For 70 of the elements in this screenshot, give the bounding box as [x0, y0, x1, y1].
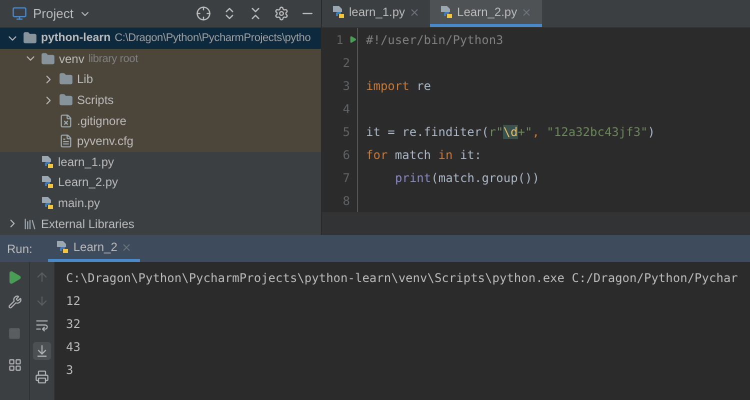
code-line: print(match.group())	[395, 170, 540, 184]
output-line: 43	[66, 338, 82, 356]
tree-item-label: .gitignore	[77, 114, 126, 128]
panel-title[interactable]: Project	[33, 6, 74, 21]
code-line: #!/user/bin/Python3	[366, 32, 504, 46]
python-file-icon	[41, 154, 54, 169]
run-icon[interactable]	[7, 270, 22, 285]
tree-item[interactable]: venv library root	[0, 48, 321, 70]
libraries-icon	[23, 216, 37, 231]
wrench-icon[interactable]	[8, 295, 22, 309]
tree-item-label: venv	[59, 52, 84, 66]
tree-item-label: pyvenv.cfg	[77, 134, 134, 148]
tree-item[interactable]: python-learn C:\Dragon\Python\PycharmProjects\pytho	[0, 28, 321, 49]
locate-icon[interactable]	[196, 6, 211, 21]
tree-item[interactable]: External Libraries	[0, 213, 321, 234]
folder-icon	[59, 93, 73, 108]
line-number: 7	[342, 170, 350, 184]
tree-item[interactable]: pyvenv.cfg	[0, 130, 321, 152]
soft-wrap-icon[interactable]	[35, 318, 49, 332]
line-number: 4	[342, 102, 350, 116]
tree-item-label: Learn_2.py	[58, 175, 118, 190]
python-file-icon	[41, 196, 54, 210]
tree-item-label: Lib	[77, 72, 94, 86]
run-label: Run:	[7, 242, 32, 256]
tree-item[interactable]: .gitignore	[0, 110, 321, 131]
output-line: 32	[66, 316, 82, 332]
line-number: 2	[342, 56, 350, 70]
tree-item-label: main.py	[58, 196, 100, 210]
folder-icon	[41, 52, 55, 66]
scroll-to-end-button[interactable]	[33, 342, 51, 360]
layout-icon[interactable]	[8, 358, 22, 372]
print-icon[interactable]	[35, 370, 49, 384]
editor-tab[interactable]: learn_1.py	[322, 0, 430, 27]
line-number: 6	[342, 148, 350, 162]
tree-item-label: Scripts	[77, 93, 114, 108]
tree-item[interactable]: Scripts	[0, 90, 321, 110]
code-line: import re	[366, 78, 432, 92]
python-file-icon	[332, 5, 345, 19]
python-file-icon	[41, 175, 54, 190]
tree-item-label: External Libraries	[41, 216, 134, 231]
tab-label: Learn_2.py	[457, 5, 518, 19]
line-number: 8	[342, 194, 350, 208]
run-icon[interactable]	[349, 34, 357, 45]
tree-item-hint: library root	[88, 52, 138, 65]
line-number: 3	[342, 78, 350, 92]
python-file-icon	[56, 240, 70, 254]
tree-item[interactable]: Learn_2.py	[0, 172, 321, 193]
folder-icon	[59, 72, 73, 86]
output-line: 12	[66, 292, 82, 310]
output-line: 3	[66, 362, 74, 378]
tab-label: learn_1.py	[349, 5, 406, 19]
tree-item[interactable]: main.py	[0, 192, 321, 214]
editor-tab[interactable]: Learn_2.py	[430, 0, 542, 27]
settings-icon[interactable]	[274, 6, 289, 21]
output-line: C:\Dragon\Python\PycharmProjects\python-learn\venv\Scripts\python.exe C:/Dragon/Python/Pychar	[66, 270, 739, 287]
folder-icon	[23, 31, 37, 46]
line-number: 1	[335, 32, 344, 46]
tree-item[interactable]: learn_1.py	[0, 152, 321, 172]
project-icon	[12, 6, 27, 21]
tree-item[interactable]: Lib	[0, 69, 321, 90]
line-number: 5	[342, 124, 350, 138]
file-icon	[59, 134, 73, 148]
code-line: for match in it:	[366, 148, 482, 162]
tree-item-hint: C:\Dragon\Python\PycharmProjects\pytho	[114, 32, 311, 44]
python-file-icon	[440, 5, 454, 19]
tab-label: Learn_2	[73, 240, 118, 254]
file-icon	[59, 114, 73, 128]
tree-item-label: python-learn	[41, 32, 111, 44]
tree-item-label: learn_1.py	[58, 154, 114, 169]
code-line: it = re.finditer(r"\d+", "12a32bc43jf3")	[366, 124, 656, 138]
